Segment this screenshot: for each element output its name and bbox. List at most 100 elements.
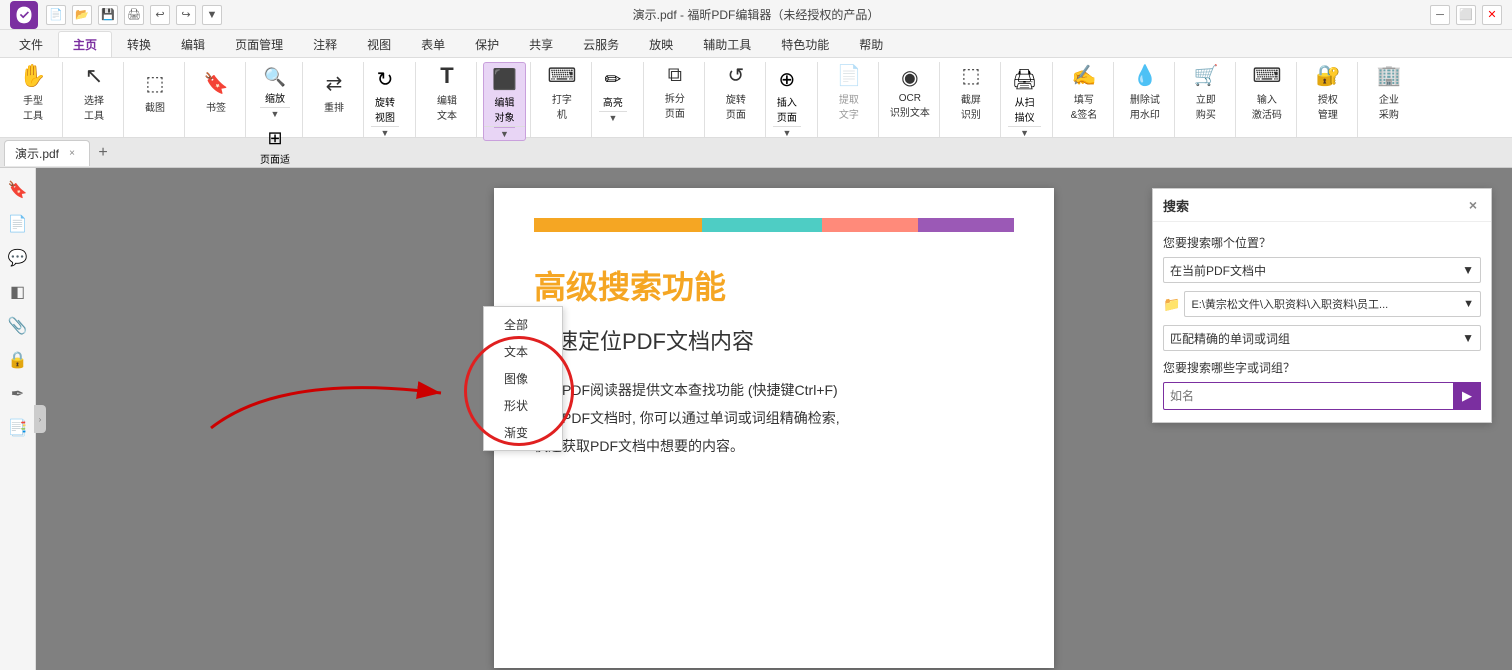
pdf-body1: 福昕PDF阅读器提供文本查找功能 (快捷键Ctrl+F): [534, 382, 838, 398]
sidebar-bookmark-icon[interactable]: 🔖: [4, 176, 32, 204]
tab-share[interactable]: 共享: [514, 31, 568, 57]
dropdown-image[interactable]: 图像: [484, 365, 562, 392]
hand-icon: ✋: [19, 63, 46, 89]
save-btn[interactable]: 💾: [98, 5, 118, 25]
screenshot-recognition-btn[interactable]: ⬚ 截屏识别: [946, 62, 996, 122]
search-input[interactable]: [1163, 382, 1481, 410]
dropdown-shape[interactable]: 形状: [484, 392, 562, 419]
screenshot-btn[interactable]: ⬚ 截图: [130, 62, 180, 122]
pdf-subtitle: 快速定位PDF文档内容: [534, 324, 1014, 356]
sidebar-pages2-icon[interactable]: 📑: [4, 414, 32, 442]
select-tool-btn[interactable]: ↖ 选择工具: [69, 62, 119, 122]
tab-cloud[interactable]: 云服务: [568, 31, 634, 57]
rotate-page-btn[interactable]: ↺ 旋转页面: [711, 62, 761, 122]
activation-btn[interactable]: ⌨ 输入激活码: [1242, 62, 1292, 122]
folder-path-dropdown[interactable]: E:\黄宗松文件\入职资料\入职资料\员工... ▼: [1184, 291, 1481, 317]
undo-btn[interactable]: ↩: [150, 5, 170, 25]
tab-special[interactable]: 特色功能: [766, 31, 844, 57]
search-panel-header: 搜索 ×: [1153, 189, 1491, 222]
highlight-label: 高亮: [603, 94, 623, 109]
sidebar-layers-icon[interactable]: ◧: [4, 278, 32, 306]
fill-sign-btn[interactable]: ✍ 填写&签名: [1059, 62, 1109, 122]
search-execute-btn[interactable]: ▶: [1453, 382, 1481, 410]
buy-btn[interactable]: 🛒 立即购买: [1181, 62, 1231, 122]
screenshot-recognition-icon: ⬚: [961, 63, 980, 88]
window-controls[interactable]: ─ ⬜ ✕: [1430, 5, 1502, 25]
tab-edit[interactable]: 编辑: [166, 31, 220, 57]
split-page-btn[interactable]: ⧉ 拆分页面: [650, 62, 700, 122]
tab-page-manage[interactable]: 页面管理: [220, 31, 298, 57]
edit-object-dropdown: 全部 文本 图像 形状 渐变: [483, 306, 563, 451]
left-sidebar: 🔖 📄 💬 ◧ 📎 🔒 ✒ 📑: [0, 168, 36, 670]
edit-object-label: 编辑对象: [494, 94, 514, 124]
tab-assist[interactable]: 辅助工具: [688, 31, 766, 57]
activation-group: ⌨ 输入激活码: [1238, 62, 1297, 137]
highlight-btn[interactable]: ✏ 高亮 ▼: [598, 62, 628, 125]
location-dropdown[interactable]: 在当前PDF文档中 ▼: [1163, 257, 1481, 283]
match-option-text: 匹配精确的单词或词组: [1170, 330, 1290, 347]
redo-btn[interactable]: ↪: [176, 5, 196, 25]
sidebar-security-icon[interactable]: 🔒: [4, 346, 32, 374]
screenshot-group: ⬚ 截图: [126, 62, 185, 137]
tab-annotation[interactable]: 注释: [298, 31, 352, 57]
match-dropdown[interactable]: 匹配精确的单词或词组 ▼: [1163, 325, 1481, 351]
reflow-btn[interactable]: ⇄ 重排: [309, 62, 359, 122]
tab-home[interactable]: 主页: [58, 31, 112, 57]
sidebar-signatures-icon[interactable]: ✒: [4, 380, 32, 408]
license-btn[interactable]: 🔐 授权管理: [1303, 62, 1353, 122]
pdf-color-bar: [534, 218, 1014, 232]
scan-btn[interactable]: 🖨 从扫描仪 ▼: [1007, 62, 1042, 140]
pdf-main-title: 高级搜索功能: [534, 262, 1014, 308]
zoom-btn[interactable]: 🔍 缩放 ▼: [252, 62, 298, 121]
tab-form[interactable]: 表单: [406, 31, 460, 57]
sidebar-pages-icon[interactable]: 📄: [4, 210, 32, 238]
bar-orange: [534, 218, 702, 232]
dropdown-gradient[interactable]: 渐变: [484, 419, 562, 446]
edit-text-btn[interactable]: T 编辑文本: [422, 62, 472, 122]
tab-protect[interactable]: 保护: [460, 31, 514, 57]
rotate-view-icon: ↻: [377, 67, 394, 92]
customize-btn[interactable]: ▼: [202, 5, 222, 25]
hand-tool-label: 手型工具: [23, 92, 43, 122]
search-close-btn[interactable]: ×: [1465, 195, 1481, 215]
doc-tab-close-btn[interactable]: ×: [65, 146, 79, 160]
edit-object-btn[interactable]: ⬛ 编辑对象 ▼: [483, 62, 526, 141]
new-tab-btn[interactable]: +: [92, 142, 114, 164]
tab-file[interactable]: 文件: [4, 31, 58, 57]
doc-tab-name: 演示.pdf: [15, 145, 59, 162]
new-btn[interactable]: 📄: [46, 5, 66, 25]
print-btn[interactable]: 🖨: [124, 5, 144, 25]
extract-text-icon: 📄: [836, 63, 861, 88]
restore-btn[interactable]: ⬜: [1456, 5, 1476, 25]
tab-present[interactable]: 放映: [634, 31, 688, 57]
insert-page-btn[interactable]: ⊕ 插入页面 ▼: [772, 62, 802, 140]
tab-view[interactable]: 视图: [352, 31, 406, 57]
reflow-group: ⇄ 重排: [305, 62, 364, 137]
tab-convert[interactable]: 转换: [112, 31, 166, 57]
ocr-btn[interactable]: ◉ OCR识别文本: [885, 62, 935, 122]
minimize-btn[interactable]: ─: [1430, 5, 1450, 25]
sidebar-attachments-icon[interactable]: 📎: [4, 312, 32, 340]
typewriter-btn[interactable]: ⌨ 打字机: [537, 62, 587, 122]
edit-text-icon: T: [440, 63, 453, 89]
sidebar-expand-btn[interactable]: ›: [34, 405, 46, 433]
hand-tool-btn[interactable]: ✋ 手型工具: [8, 62, 58, 122]
fill-sign-group: ✍ 填写&签名: [1055, 62, 1114, 137]
dropdown-text[interactable]: 文本: [484, 338, 562, 365]
extract-text-btn[interactable]: 📄 提取文字: [824, 62, 874, 122]
bookmark-btn[interactable]: 🔖 书签: [191, 62, 241, 122]
rotate-page-icon: ↺: [728, 63, 745, 88]
rotate-view-btn[interactable]: ↻ 旋转视图 ▼: [370, 62, 400, 140]
enterprise-btn[interactable]: 🏢 企业采购: [1364, 62, 1414, 122]
search-word-label: 您要搜索哪些字或词组？: [1163, 359, 1481, 376]
license-icon: 🔐: [1315, 63, 1340, 88]
remove-watermark-btn[interactable]: 💧 删除试用水印: [1120, 62, 1170, 122]
quick-access-toolbar[interactable]: 📄 📂 💾 🖨 ↩ ↪ ▼: [46, 5, 222, 25]
close-btn[interactable]: ✕: [1482, 5, 1502, 25]
sidebar-comments-icon[interactable]: 💬: [4, 244, 32, 272]
main-area: 🔖 📄 💬 ◧ 📎 🔒 ✒ 📑 › 高级搜索功能 快速定位PDF文档内容 福昕P…: [0, 168, 1512, 670]
open-btn[interactable]: 📂: [72, 5, 92, 25]
tab-help[interactable]: 帮助: [844, 31, 898, 57]
dropdown-all[interactable]: 全部: [484, 311, 562, 338]
doc-tab[interactable]: 演示.pdf ×: [4, 140, 90, 166]
